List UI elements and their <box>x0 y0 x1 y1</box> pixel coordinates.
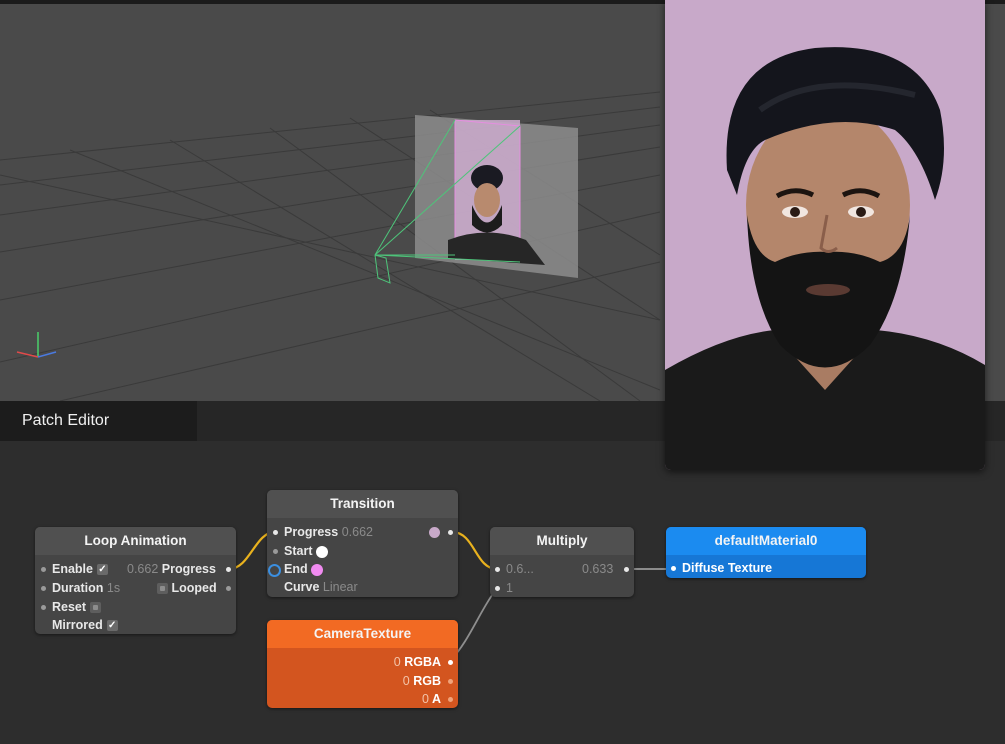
looped-output-label: Looped <box>171 581 217 595</box>
camera-texture-title: CameraTexture <box>267 620 458 648</box>
diffuse-texture-input-port[interactable] <box>671 566 676 571</box>
duration-label: Duration <box>52 581 104 595</box>
duration-value[interactable]: 1s <box>107 581 120 595</box>
multiply-input1-row: 0.6... <box>506 561 534 577</box>
curve-dropdown[interactable]: Linear <box>323 580 358 594</box>
multiply-input2-value[interactable]: 1 <box>506 581 513 595</box>
rgba-output-value: 0 <box>393 655 401 669</box>
enable-input-port[interactable] <box>41 567 46 572</box>
rgba-output-label: RGBA <box>404 655 441 669</box>
start-color-swatch[interactable] <box>315 545 328 558</box>
start-input-port[interactable] <box>273 549 278 554</box>
rgb-output-port[interactable] <box>448 679 453 684</box>
looped-output-row: Looped <box>157 580 217 596</box>
output-color-swatch <box>429 527 440 538</box>
patch-editor-tab[interactable]: Patch Editor <box>0 401 197 441</box>
multiply-output-port[interactable] <box>624 567 629 572</box>
reset-label: Reset <box>52 600 87 614</box>
enable-row: Enable ✓ <box>52 561 108 577</box>
progress-output-row: 0.662 Progress <box>127 561 216 577</box>
transition-progress-row: Progress 0.662 <box>284 524 373 540</box>
start-row: Start <box>284 543 328 559</box>
loop-animation-title: Loop Animation <box>35 527 236 555</box>
progress-output-value: 0.662 <box>127 562 159 576</box>
reset-pulse-button[interactable] <box>89 602 101 614</box>
curve-row: Curve Linear <box>284 579 358 595</box>
rgba-output-row: 0 RGBA <box>394 654 441 670</box>
transition-node[interactable]: Transition Progress 0.662 Start End Curv… <box>267 490 458 597</box>
enable-label: Enable <box>52 562 93 576</box>
end-input-port[interactable] <box>268 564 281 577</box>
default-material-node[interactable]: defaultMaterial0 Diffuse Texture <box>666 527 866 578</box>
looped-pulse-indicator <box>157 583 168 595</box>
mirrored-row: Mirrored ✓ <box>52 617 118 633</box>
progress-output-port[interactable] <box>226 567 231 572</box>
loop-animation-node[interactable]: Loop Animation Enable ✓ Duration 1s Reset… <box>35 527 236 634</box>
duration-input-port[interactable] <box>41 586 46 591</box>
end-row: End <box>284 561 324 577</box>
multiply-output-row: 0.633 <box>582 561 613 577</box>
diffuse-texture-label: Diffuse Texture <box>682 561 773 575</box>
enable-checkbox[interactable]: ✓ <box>97 564 108 576</box>
mirrored-checkbox[interactable]: ✓ <box>106 620 118 632</box>
mirrored-label: Mirrored <box>52 618 103 632</box>
multiply-output-value: 0.633 <box>582 562 614 576</box>
duration-row: Duration 1s <box>52 580 120 596</box>
progress-input-port[interactable] <box>273 530 278 535</box>
multiply-input1-port[interactable] <box>495 567 500 572</box>
transition-progress-label: Progress <box>284 525 339 539</box>
camera-texture-node[interactable]: CameraTexture 0 RGBA 0 RGB 0 A <box>267 620 458 708</box>
a-output-port[interactable] <box>448 697 453 702</box>
rgb-output-label: RGB <box>413 674 441 688</box>
looped-output-port[interactable] <box>226 586 231 591</box>
simulator-preview[interactable] <box>665 0 985 470</box>
multiply-input2-port[interactable] <box>495 586 500 591</box>
transition-output-port[interactable] <box>448 530 453 535</box>
reset-row: Reset <box>52 599 101 615</box>
rgba-output-port[interactable] <box>448 660 453 665</box>
multiply-input1-value[interactable]: 0.6... <box>506 562 534 576</box>
end-label: End <box>284 562 308 576</box>
transition-title: Transition <box>267 490 458 518</box>
diffuse-texture-row: Diffuse Texture <box>682 560 772 576</box>
curve-label: Curve <box>284 580 320 594</box>
multiply-input2-row: 1 <box>506 580 513 596</box>
a-output-value: 0 <box>422 692 429 706</box>
a-output-label: A <box>431 692 441 706</box>
rgb-output-value: 0 <box>402 674 410 688</box>
start-label: Start <box>284 544 313 558</box>
reset-input-port[interactable] <box>41 605 46 610</box>
transition-progress-value: 0.662 <box>341 525 373 539</box>
multiply-node[interactable]: Multiply 0.6... 0.633 1 <box>490 527 634 597</box>
camera-feed-image <box>665 0 985 470</box>
end-color-swatch[interactable] <box>311 563 324 576</box>
a-output-row: 0 A <box>422 691 441 707</box>
default-material-title: defaultMaterial0 <box>666 527 866 555</box>
progress-output-label: Progress <box>161 562 216 576</box>
rgb-output-row: 0 RGB <box>403 673 441 689</box>
multiply-title: Multiply <box>490 527 634 555</box>
